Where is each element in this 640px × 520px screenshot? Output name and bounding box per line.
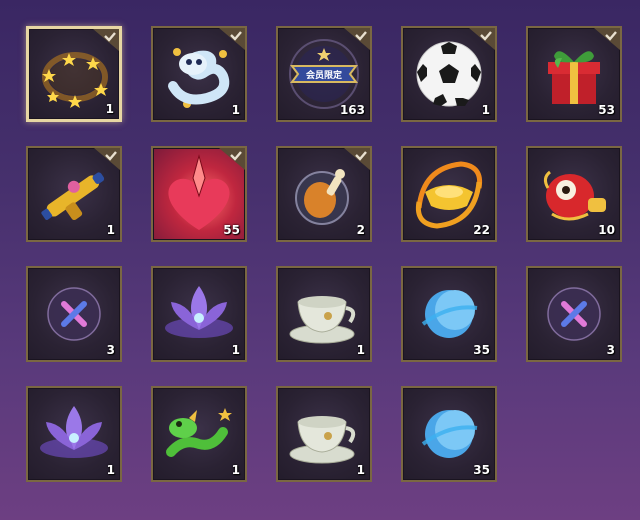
claimed-check-icon bbox=[469, 28, 495, 50]
claimed-check-icon bbox=[94, 148, 120, 170]
item-slot-gift-box[interactable]: 53 bbox=[526, 26, 622, 122]
claimed-check-icon bbox=[344, 148, 370, 170]
item-count: 3 bbox=[606, 343, 615, 357]
item-count: 1 bbox=[231, 103, 240, 117]
item-slot-gold-star-ring[interactable]: 1 bbox=[26, 26, 122, 122]
item-count: 55 bbox=[223, 223, 240, 237]
claimed-check-icon bbox=[344, 28, 370, 50]
item-slot-lion-dance-ornament[interactable]: 10 bbox=[526, 146, 622, 242]
item-count: 1 bbox=[481, 103, 490, 117]
member-badge-text: 会员限定 bbox=[306, 69, 343, 81]
item-count: 53 bbox=[598, 103, 615, 117]
item-count: 10 bbox=[598, 223, 615, 237]
item-count: 1 bbox=[105, 102, 114, 116]
item-slot-soccer-ball[interactable]: 1 bbox=[401, 26, 497, 122]
item-slot-purple-x-orb[interactable]: 3 bbox=[526, 266, 622, 362]
item-slot-purple-lotus[interactable]: 1 bbox=[151, 266, 247, 362]
item-slot-blue-moon-orb[interactable]: 35 bbox=[401, 386, 497, 482]
item-count: 22 bbox=[473, 223, 490, 237]
item-count: 1 bbox=[106, 223, 115, 237]
item-count: 35 bbox=[473, 463, 490, 477]
item-count: 1 bbox=[231, 343, 240, 357]
inventory-grid: 1 1 会员限定 163 1 53 1 55 2 22 10 3 1 1 35 … bbox=[0, 0, 640, 520]
item-slot-gold-ingot-swirl[interactable]: 22 bbox=[401, 146, 497, 242]
item-count: 35 bbox=[473, 343, 490, 357]
item-slot-purple-x-orb[interactable]: 3 bbox=[26, 266, 122, 362]
item-slot-green-dragon[interactable]: 1 bbox=[151, 386, 247, 482]
item-slot-heart-blade[interactable]: 55 bbox=[151, 146, 247, 242]
item-count: 2 bbox=[356, 223, 365, 237]
item-count: 1 bbox=[356, 343, 365, 357]
item-count: 1 bbox=[356, 463, 365, 477]
item-count: 1 bbox=[106, 463, 115, 477]
claimed-check-icon bbox=[219, 148, 245, 170]
item-count: 3 bbox=[106, 343, 115, 357]
claimed-check-icon bbox=[93, 29, 119, 51]
item-slot-tea-cup[interactable]: 1 bbox=[276, 386, 372, 482]
item-slot-tea-cup[interactable]: 1 bbox=[276, 266, 372, 362]
item-count: 1 bbox=[231, 463, 240, 477]
item-slot-blue-moon-orb[interactable]: 35 bbox=[401, 266, 497, 362]
item-slot-purple-lotus[interactable]: 1 bbox=[26, 386, 122, 482]
item-slot-member-exclusive-badge[interactable]: 会员限定 163 bbox=[276, 26, 372, 122]
claimed-check-icon bbox=[594, 28, 620, 50]
claimed-check-icon bbox=[219, 28, 245, 50]
item-count: 163 bbox=[339, 103, 365, 117]
item-slot-white-dragon-spirit[interactable]: 1 bbox=[151, 26, 247, 122]
item-slot-roast-drumstick[interactable]: 2 bbox=[276, 146, 372, 242]
item-slot-toy-blaster[interactable]: 1 bbox=[26, 146, 122, 242]
